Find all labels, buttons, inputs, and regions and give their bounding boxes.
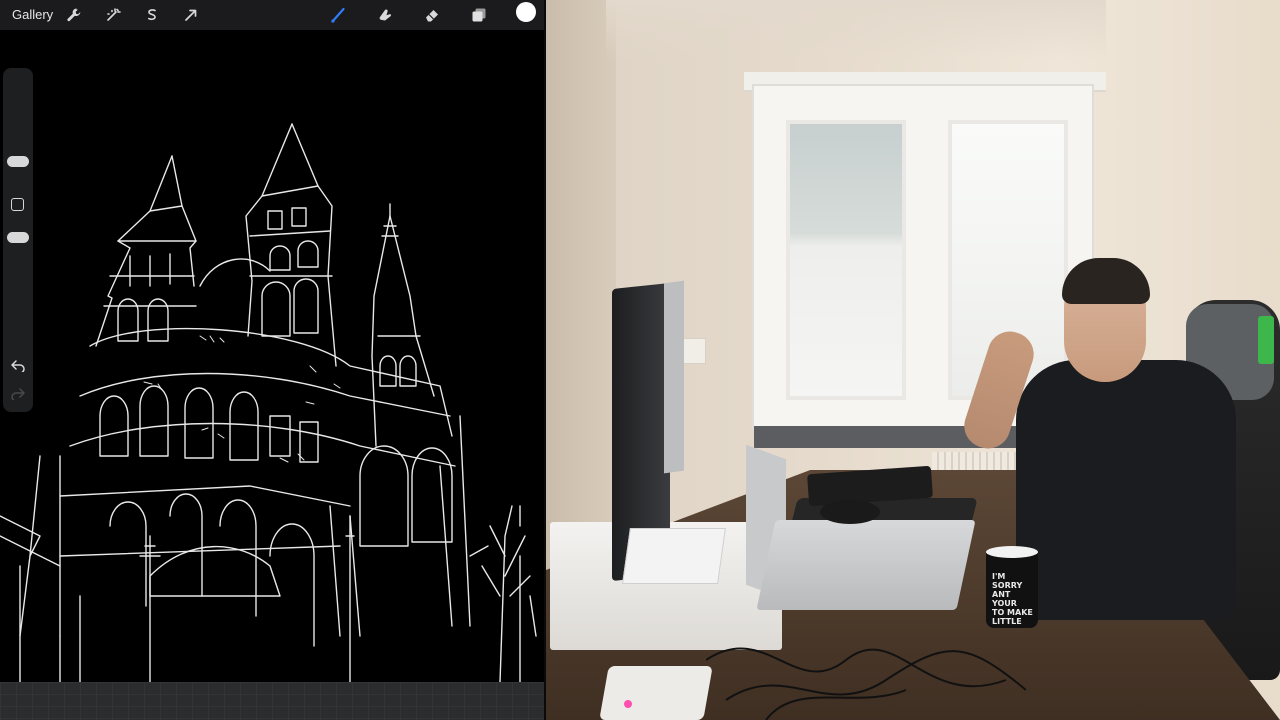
status-led xyxy=(624,700,632,708)
undo-arrow-icon[interactable] xyxy=(9,358,27,374)
webcam-video: I'M SORRY ANT YOUR TO MAKE LITTLE xyxy=(546,0,1280,720)
router xyxy=(599,666,713,720)
cables xyxy=(706,647,1026,720)
side-toolbar xyxy=(3,68,33,412)
person-hair xyxy=(1062,258,1150,304)
mug-rim xyxy=(986,546,1038,558)
actions-wrench-icon[interactable] xyxy=(62,3,86,27)
redo-arrow-icon[interactable] xyxy=(9,386,27,402)
modify-button[interactable] xyxy=(11,198,24,211)
smudge-icon[interactable] xyxy=(373,3,397,27)
adjustments-magic-icon[interactable] xyxy=(101,3,125,27)
chair-accent xyxy=(1258,316,1274,364)
monitor-screen-edge xyxy=(664,280,684,474)
top-toolbar: Gallery xyxy=(0,0,544,30)
brush-size-slider[interactable] xyxy=(7,156,29,167)
gallery-button[interactable]: Gallery xyxy=(12,0,53,30)
drawing-app: Gallery xyxy=(0,0,544,720)
laptop xyxy=(756,520,976,610)
transform-arrow-icon[interactable] xyxy=(179,3,203,27)
brush-icon[interactable] xyxy=(326,3,350,27)
mug-text: I'M SORRY ANT YOUR TO MAKE LITTLE xyxy=(992,572,1033,626)
color-picker-swatch[interactable] xyxy=(516,2,536,22)
line-art-drawing xyxy=(0,123,537,682)
opacity-slider[interactable] xyxy=(7,232,29,243)
person-body xyxy=(1016,360,1236,620)
keyboard xyxy=(622,528,726,584)
layers-icon[interactable] xyxy=(467,3,491,27)
canvas-grid-strip xyxy=(0,682,544,720)
eraser-icon[interactable] xyxy=(420,3,444,27)
drawing-canvas[interactable] xyxy=(0,36,544,682)
ceiling-shadow xyxy=(606,0,1106,60)
mouse xyxy=(820,500,880,524)
selection-s-icon[interactable] xyxy=(140,3,164,27)
window-pane-left xyxy=(786,120,906,400)
